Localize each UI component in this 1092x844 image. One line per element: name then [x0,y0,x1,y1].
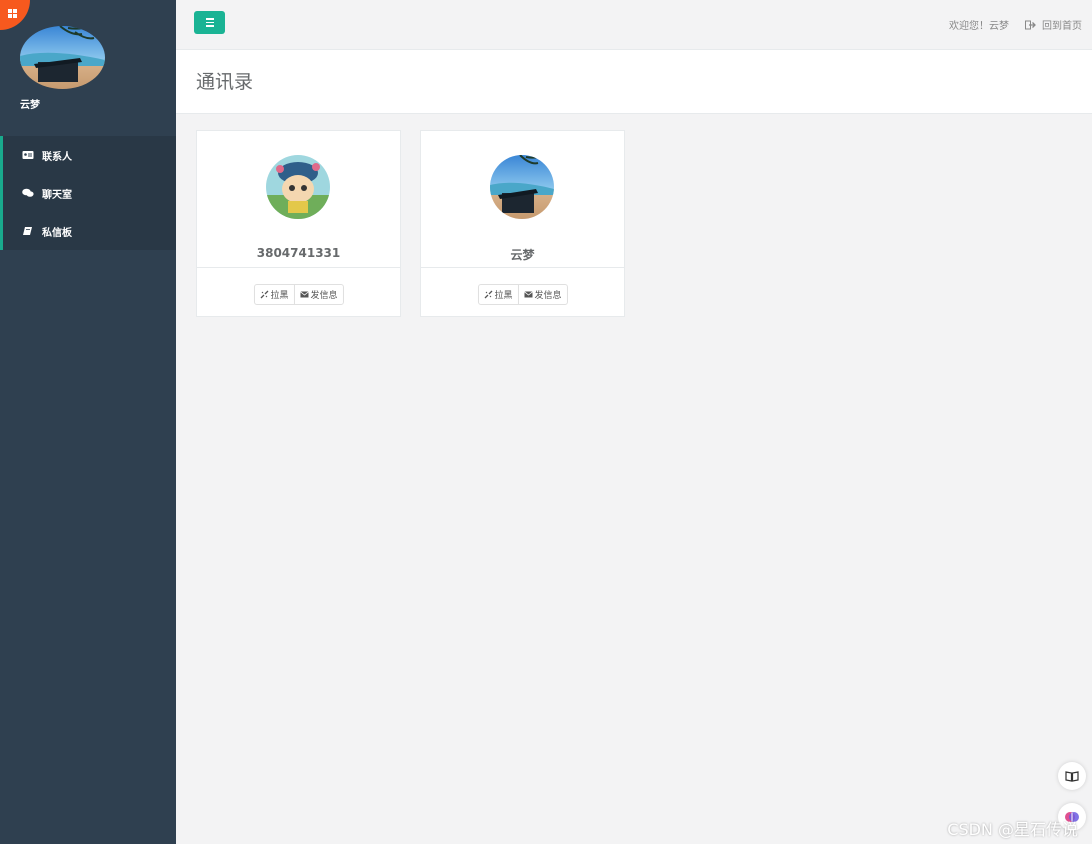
sidebar-item-label: 联系人 [42,151,72,163]
profile-avatar[interactable] [20,26,105,89]
home-link[interactable]: 回到首页 [1025,17,1082,32]
menu-toggle-button[interactable] [194,11,225,34]
block-button[interactable]: 拉黑 [254,285,293,304]
contact-avatar[interactable] [490,155,554,219]
contact-avatar[interactable] [266,155,330,219]
unlink-icon [484,290,492,299]
contact-name: 3804741331 [256,246,341,260]
profile-name: 云梦 [20,100,40,111]
hamburger-icon [205,18,214,20]
block-label: 拉黑 [494,291,513,301]
sidebar-item-label: 聊天室 [42,189,72,201]
reader-mode-button[interactable] [1058,762,1086,790]
contact-card: 3804741331 拉黑 发信息 [196,130,401,317]
envelope-icon [523,291,533,298]
grid-icon [8,9,17,18]
book-icon [22,226,34,236]
contact-actions: 拉黑 发信息 [477,284,568,305]
send-message-label: 发信息 [310,291,338,301]
app-launcher-button[interactable] [0,0,30,30]
page-heading: 通讯录 [176,50,1092,114]
hamburger-icon-line [205,21,214,24]
home-link-label: 回到首页 [1042,21,1082,32]
sidebar-nav: 联系人 聊天室 私信板 [0,136,176,250]
open-book-icon [1065,770,1079,782]
contact-name: 云梦 [510,248,535,262]
card-divider [421,267,624,268]
chat-bubbles-icon [22,188,34,198]
unlink-icon [260,290,268,299]
sidebar-item-messages[interactable]: 私信板 [0,212,176,250]
id-card-icon [22,150,34,160]
sidebar-item-label: 私信板 [42,227,72,239]
card-divider [197,267,400,268]
welcome-text: 欢迎您！云梦 [949,21,1009,32]
contact-actions: 拉黑 发信息 [253,284,344,305]
hamburger-icon-line [205,25,214,27]
contact-card: 云梦 拉黑 发信息 [420,130,625,317]
top-navbar: 欢迎您！云梦 回到首页 [176,0,1092,50]
send-message-button[interactable]: 发信息 [517,285,567,304]
sidebar: 云梦 联系人 聊天室 私信板 [0,0,176,844]
envelope-icon [299,291,309,298]
topbar-right: 欢迎您！云梦 回到首页 [949,17,1082,32]
send-message-label: 发信息 [534,291,562,301]
watermark: CSDN @星石传说 [947,820,1078,839]
block-label: 拉黑 [270,291,289,301]
sidebar-item-contacts[interactable]: 联系人 [0,136,176,174]
page-title: 通讯录 [196,71,254,93]
sidebar-item-chatroom[interactable]: 聊天室 [0,174,176,212]
sign-out-icon [1025,20,1036,29]
send-message-button[interactable]: 发信息 [293,285,343,304]
block-button[interactable]: 拉黑 [478,285,517,304]
